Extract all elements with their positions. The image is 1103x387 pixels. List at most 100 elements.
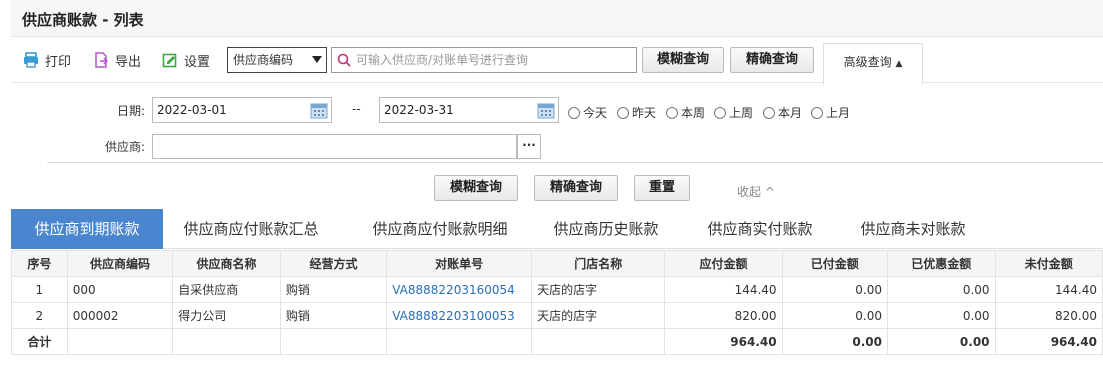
- search-input[interactable]: 可输入供应商/对账单号进行查询: [331, 47, 637, 73]
- cell: 820.00: [664, 302, 783, 329]
- caret-up-icon: ▲: [895, 59, 903, 69]
- cell: 0.00: [781, 276, 889, 303]
- tab-payable-summary[interactable]: 供应商应付账款汇总: [171, 209, 331, 249]
- table-row[interactable]: 1 000 自采供应商 购销 VA88882203160054 天店的店字 14…: [11, 276, 1103, 303]
- calendar-icon[interactable]: [537, 101, 555, 119]
- print-label: 打印: [45, 54, 72, 70]
- supplier-label: 供应商:: [105, 140, 146, 154]
- column-header[interactable]: 对账单号: [386, 250, 533, 277]
- cell: [386, 328, 533, 355]
- tab-unreconciled-accounts[interactable]: 供应商未对账款: [849, 209, 977, 249]
- column-header[interactable]: 未付金额: [994, 250, 1103, 277]
- radio-circle: [666, 106, 678, 119]
- radio-circle: [811, 106, 823, 119]
- date-from-input[interactable]: 2022-03-01: [152, 97, 332, 123]
- cell: 2: [11, 302, 68, 329]
- cell: 购销: [279, 276, 388, 303]
- collapse-link[interactable]: 收起 ^: [737, 183, 775, 200]
- radio-circle: [568, 106, 580, 119]
- total-label: 合计: [11, 328, 68, 355]
- total-paid: 0.00: [781, 328, 889, 355]
- radio-circle: [763, 106, 775, 119]
- advanced-search-label: 高级查询: [843, 55, 892, 69]
- chevron-down-icon: [312, 56, 322, 63]
- range-this-week-radio[interactable]: 本周: [666, 104, 705, 121]
- settings-button[interactable]: 设置: [162, 50, 210, 70]
- total-payable: 964.40: [664, 328, 783, 355]
- column-header[interactable]: 经营方式: [279, 250, 388, 277]
- tab-history-accounts[interactable]: 供应商历史账款: [543, 209, 669, 249]
- exact-search-button-2[interactable]: 精确查询: [534, 175, 618, 201]
- date-separator: --: [352, 102, 361, 116]
- cell: 得力公司: [172, 302, 281, 329]
- radio-circle: [714, 106, 726, 119]
- cell: 000: [66, 276, 174, 303]
- cell: 144.40: [994, 276, 1103, 303]
- cell: 144.40: [664, 276, 783, 303]
- tab-payable-detail[interactable]: 供应商应付账款明细: [356, 209, 524, 249]
- settings-icon: [162, 53, 177, 68]
- tab-paid-accounts[interactable]: 供应商实付账款: [696, 209, 824, 249]
- date-from-value: 2022-03-01: [157, 103, 227, 117]
- range-last-week-radio[interactable]: 上周: [714, 104, 753, 121]
- range-yesterday-radio[interactable]: 昨天: [617, 104, 656, 121]
- settings-label: 设置: [184, 54, 211, 70]
- export-label: 导出: [115, 54, 142, 70]
- reset-button[interactable]: 重置: [634, 175, 690, 201]
- column-header[interactable]: 已付金额: [781, 250, 889, 277]
- fuzzy-search-button-2[interactable]: 模糊查询: [434, 175, 518, 201]
- cell: 0.00: [887, 302, 996, 329]
- total-unpaid: 964.40: [994, 328, 1103, 355]
- accounts-table: 序号 供应商编码 供应商名称 经营方式 对账单号 门店名称 应付金额 已付金额 …: [11, 250, 1103, 355]
- tab-due-accounts[interactable]: 供应商到期账款: [11, 209, 163, 249]
- calendar-icon[interactable]: [310, 101, 328, 119]
- cell: [172, 328, 281, 355]
- column-header[interactable]: 供应商编码: [66, 250, 174, 277]
- range-this-month-label: 本月: [778, 106, 803, 120]
- cell: 1: [11, 276, 68, 303]
- cell: [279, 328, 388, 355]
- column-header[interactable]: 序号: [11, 250, 68, 277]
- advanced-search-toggle[interactable]: 高级查询 ▲: [823, 43, 923, 84]
- statement-link[interactable]: VA88882203160054: [386, 276, 533, 303]
- total-discount: 0.00: [887, 328, 996, 355]
- date-to-value: 2022-03-31: [384, 103, 454, 117]
- statement-link[interactable]: VA88882203100053: [386, 302, 533, 329]
- fuzzy-search-button[interactable]: 模糊查询: [642, 47, 724, 73]
- tab-bar: 供应商到期账款 供应商应付账款汇总 供应商应付账款明细 供应商历史账款 供应商实…: [11, 209, 1103, 249]
- date-to-input[interactable]: 2022-03-31: [379, 97, 559, 123]
- search-icon: [337, 53, 351, 67]
- range-last-month-radio[interactable]: 上月: [811, 104, 850, 121]
- total-row: 合计 964.40 0.00 0.00 964.40: [11, 328, 1103, 355]
- range-last-month-label: 上月: [826, 106, 851, 120]
- cell: 购销: [279, 302, 388, 329]
- range-this-month-radio[interactable]: 本月: [763, 104, 802, 121]
- field-select[interactable]: 供应商编码: [227, 47, 327, 73]
- export-button[interactable]: 导出: [93, 50, 141, 70]
- column-header[interactable]: 应付金额: [664, 250, 783, 277]
- field-select-value: 供应商编码: [233, 53, 294, 67]
- column-header[interactable]: 已优惠金额: [887, 250, 996, 277]
- range-today-radio[interactable]: 今天: [568, 104, 607, 121]
- supplier-picker-button[interactable]: ···: [517, 134, 541, 159]
- page-title: 供应商账款 - 列表: [22, 11, 144, 29]
- date-label: 日期:: [117, 104, 146, 118]
- cell: 天店的店字: [531, 276, 666, 303]
- radio-circle: [617, 106, 629, 119]
- title-bar: 供应商账款 - 列表: [11, 0, 1103, 37]
- cell: 820.00: [994, 302, 1103, 329]
- cell: [531, 328, 666, 355]
- column-header[interactable]: 门店名称: [531, 250, 666, 277]
- print-icon: [24, 52, 38, 68]
- print-button[interactable]: 打印: [23, 50, 71, 70]
- range-today-label: 今天: [583, 106, 608, 120]
- column-header[interactable]: 供应商名称: [172, 250, 281, 277]
- range-last-week-label: 上周: [729, 106, 754, 120]
- range-yesterday-label: 昨天: [632, 106, 657, 120]
- supplier-input[interactable]: [152, 134, 517, 159]
- filter-panel: 日期: 2022-03-01 -- 2022-03-31 今天 昨天 本周 上周…: [0, 84, 1103, 204]
- table-header-row: 序号 供应商编码 供应商名称 经营方式 对账单号 门店名称 应付金额 已付金额 …: [11, 250, 1103, 277]
- divider: [47, 162, 1103, 163]
- table-row[interactable]: 2 000002 得力公司 购销 VA88882203100053 天店的店字 …: [11, 302, 1103, 329]
- exact-search-button[interactable]: 精确查询: [730, 47, 814, 73]
